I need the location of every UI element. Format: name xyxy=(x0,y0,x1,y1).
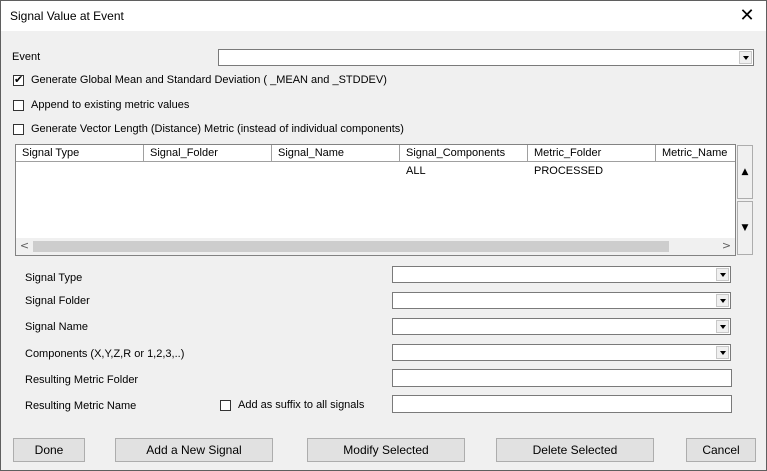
chevron-down-icon[interactable] xyxy=(739,51,752,64)
move-down-button[interactable]: ▼ xyxy=(737,201,753,255)
event-dropdown[interactable] xyxy=(218,49,754,66)
chevron-down-icon[interactable] xyxy=(716,268,729,281)
move-up-button[interactable]: ▲ xyxy=(737,145,753,199)
metric-name-input[interactable] xyxy=(392,395,732,413)
dialog-window: Signal Value at Event ✕ Event Generate G… xyxy=(0,0,767,471)
append-checkbox[interactable] xyxy=(13,100,24,111)
close-icon[interactable]: ✕ xyxy=(734,4,760,28)
chevron-down-icon[interactable] xyxy=(716,294,729,307)
add-signal-button[interactable]: Add a New Signal xyxy=(115,438,273,462)
vector-length-label: Generate Vector Length (Distance) Metric… xyxy=(31,123,404,135)
triangle-down-icon: ▼ xyxy=(741,223,749,233)
column-header-metric-folder[interactable]: Metric_Folder xyxy=(528,145,656,162)
vector-length-checkbox[interactable] xyxy=(13,124,24,135)
append-label: Append to existing metric values xyxy=(31,99,190,111)
suffix-checkbox[interactable] xyxy=(220,400,231,411)
scrollbar-thumb[interactable] xyxy=(33,241,669,252)
column-header-signal-name[interactable]: Signal_Name xyxy=(272,145,400,162)
signal-folder-label: Signal Folder xyxy=(25,295,90,307)
window-title: Signal Value at Event xyxy=(10,9,124,23)
scroll-left-icon[interactable]: < xyxy=(16,238,33,255)
signal-type-dropdown[interactable] xyxy=(392,266,731,283)
metric-folder-label: Resulting Metric Folder xyxy=(25,374,139,386)
table-cell: ALL xyxy=(406,165,426,177)
signal-grid[interactable]: Signal Type Signal_Folder Signal_Name Si… xyxy=(15,144,736,256)
cancel-button[interactable]: Cancel xyxy=(686,438,756,462)
triangle-up-icon: ▲ xyxy=(741,167,749,177)
signal-folder-dropdown[interactable] xyxy=(392,292,731,309)
metric-folder-input[interactable] xyxy=(392,369,732,387)
suffix-label: Add as suffix to all signals xyxy=(238,399,365,411)
chevron-down-icon[interactable] xyxy=(716,346,729,359)
event-label: Event xyxy=(12,51,41,63)
signal-name-dropdown[interactable] xyxy=(392,318,731,335)
table-cell: PROCESSED xyxy=(534,165,604,177)
done-button[interactable]: Done xyxy=(13,438,85,462)
global-mean-label: Generate Global Mean and Standard Deviat… xyxy=(31,74,387,86)
scroll-right-icon[interactable]: > xyxy=(718,238,735,255)
column-header-metric-name[interactable]: Metric_Name xyxy=(656,145,735,162)
column-header-signal-folder[interactable]: Signal_Folder xyxy=(144,145,272,162)
metric-name-label: Resulting Metric Name xyxy=(25,400,137,412)
horizontal-scrollbar[interactable]: < > xyxy=(16,238,735,255)
column-header-signal-type[interactable]: Signal Type xyxy=(16,145,144,162)
signal-name-label: Signal Name xyxy=(25,321,88,333)
column-header-signal-components[interactable]: Signal_Components xyxy=(400,145,528,162)
components-dropdown[interactable] xyxy=(392,344,731,361)
global-mean-checkbox[interactable] xyxy=(13,73,24,86)
delete-selected-button[interactable]: Delete Selected xyxy=(496,438,654,462)
chevron-down-icon[interactable] xyxy=(716,320,729,333)
signal-type-label: Signal Type xyxy=(25,272,83,284)
title-bar: Signal Value at Event ✕ xyxy=(1,1,766,31)
components-label: Components (X,Y,Z,R or 1,2,3,..) xyxy=(25,348,185,360)
modify-selected-button[interactable]: Modify Selected xyxy=(307,438,465,462)
